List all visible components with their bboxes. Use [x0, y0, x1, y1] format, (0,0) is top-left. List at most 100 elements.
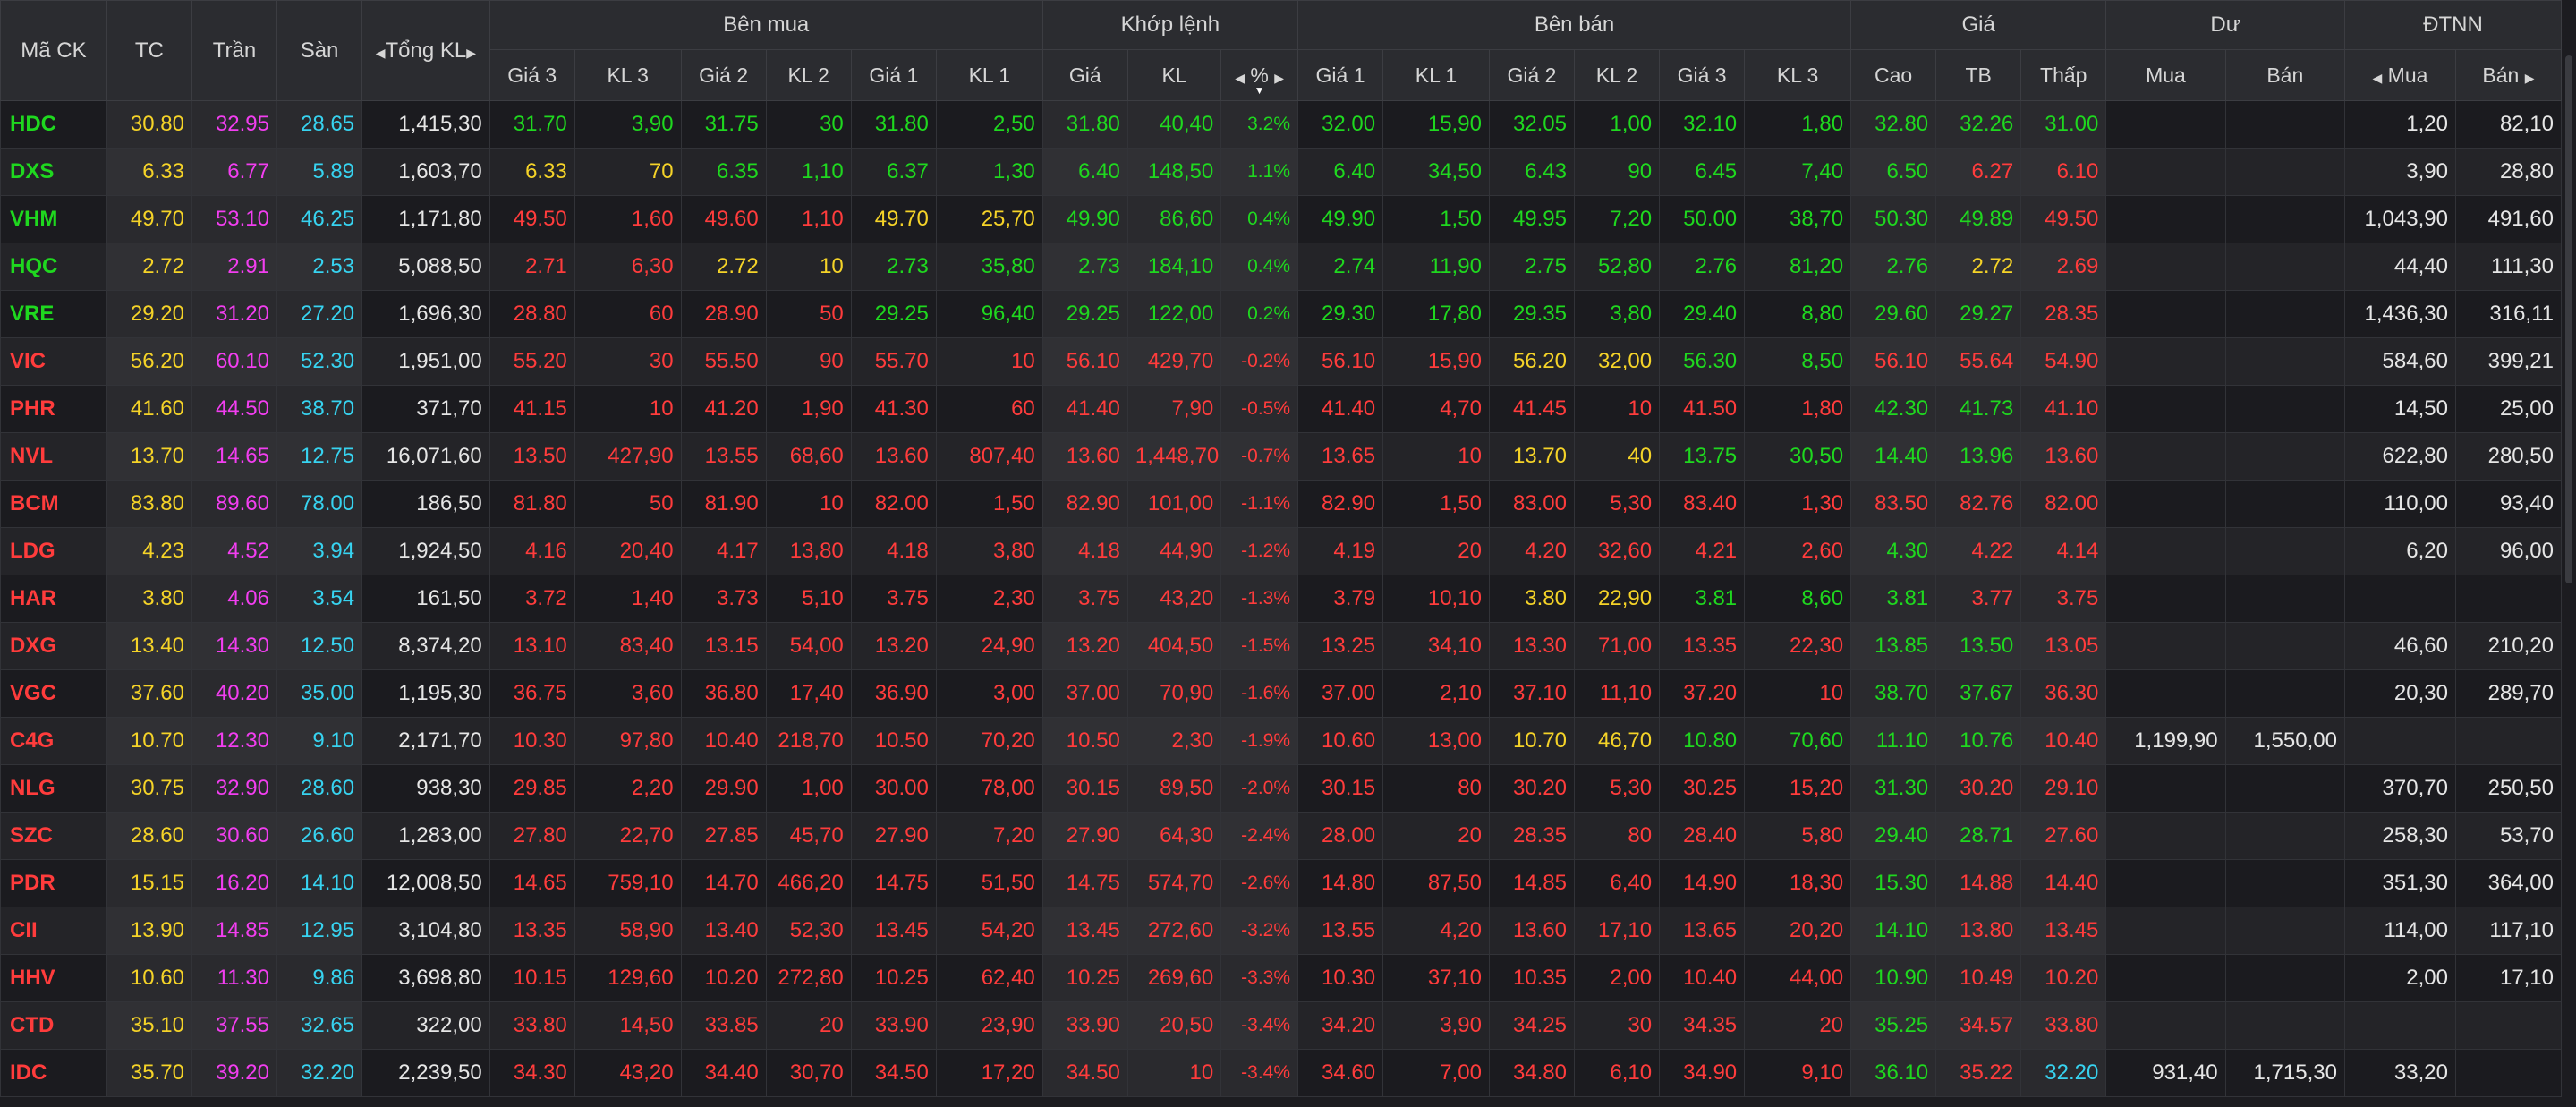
vertical-scrollbar[interactable] — [2563, 55, 2574, 1107]
table-row[interactable]: VHM 49.70 53.10 46.25 1,171,80 49.50 1,60 49.60… — [0, 195, 2563, 243]
table-row[interactable]: BCM 83.80 89.60 78.00 186,50 81.80 50 81.90 10 82… — [0, 480, 2563, 528]
foreign-buy-cell: 584,60 — [2343, 337, 2456, 386]
match-vol-cell: 269,60 — [1126, 954, 1222, 1002]
table-row[interactable]: VGC 37.60 40.20 35.00 1,195,30 36.75 3,60 36.80… — [0, 669, 2563, 718]
col-ban-kl2[interactable]: KL 2 — [1573, 49, 1661, 101]
col-ma-ck[interactable]: Mã CK — [0, 0, 107, 101]
bid-vol-1-cell: 807,40 — [935, 432, 1043, 481]
col-du-mua[interactable]: Mua — [2105, 49, 2226, 101]
table-row[interactable]: PHR 41.60 44.50 38.70 371,70 41.15 10 41.20 1,90… — [0, 385, 2563, 433]
table-row[interactable]: VIC 56.20 60.10 52.30 1,951,00 55.20 30 55.50 90… — [0, 337, 2563, 386]
ask-price-2-cell: 3.80 — [1488, 575, 1576, 623]
col-du-ban[interactable]: Bán — [2224, 49, 2345, 101]
col-mua-kl3[interactable]: KL 3 — [574, 49, 682, 101]
bid-vol-1-cell: 54,20 — [935, 907, 1043, 955]
table-row[interactable]: SZC 28.60 30.60 26.60 1,283,00 27.80 22,70 27.8… — [0, 812, 2563, 860]
foreign-buy-cell: 258,30 — [2343, 812, 2456, 860]
col-tong-kl[interactable]: ◀Tổng KL▶ — [361, 0, 490, 101]
col-nn-mua[interactable]: ◀ Mua — [2343, 49, 2456, 101]
col-tb[interactable]: TB — [1935, 49, 2022, 101]
ask-vol-3-cell: 22,30 — [1744, 622, 1852, 670]
col-thap[interactable]: Thấp — [2020, 49, 2107, 101]
ask-vol-1-cell: 1,50 — [1382, 195, 1490, 243]
avg-price-cell: 35.22 — [1935, 1049, 2022, 1097]
table-row[interactable]: CTD 35.10 37.55 32.65 322,00 33.80 14,50 33.85 2… — [0, 1001, 2563, 1050]
bid-vol-3-cell: 3,90 — [574, 100, 682, 149]
col-tc[interactable]: TC — [106, 0, 192, 101]
bid-price-2-cell: 10.20 — [680, 954, 767, 1002]
table-row[interactable]: VRE 29.20 31.20 27.20 1,696,30 28.80 60 28.90 50… — [0, 290, 2563, 338]
match-pct-cell: 1.1% — [1220, 148, 1298, 196]
high-price-cell: 29.40 — [1850, 812, 1937, 860]
ceiling-price-cell: 32.90 — [191, 764, 278, 813]
avg-price-cell: 10.76 — [1935, 717, 2022, 765]
floor-price-cell: 52.30 — [276, 337, 363, 386]
col-mua-gia3[interactable]: Giá 3 — [489, 49, 575, 101]
col-ban-kl1[interactable]: KL 1 — [1382, 49, 1490, 101]
table-row[interactable]: LDG 4.23 4.52 3.94 1,924,50 4.16 20,40 4.17 13,8… — [0, 527, 2563, 575]
high-price-cell: 15.30 — [1850, 859, 1937, 907]
avg-price-cell: 29.27 — [1935, 290, 2022, 338]
residual-sell-cell — [2224, 385, 2345, 433]
table-row[interactable]: PDR 15.15 16.20 14.10 12,008,50 14.65 759,10 14… — [0, 859, 2563, 907]
ask-vol-3-cell: 1,80 — [1744, 100, 1852, 149]
col-cao[interactable]: Cao — [1850, 49, 1937, 101]
ask-price-2-cell: 32.05 — [1488, 100, 1576, 149]
arrow-left-icon[interactable]: ◀ — [1235, 71, 1245, 85]
table-row[interactable]: DXG 13.40 14.30 12.50 8,374,20 13.10 83,40 13.1… — [0, 622, 2563, 670]
col-ban-kl3[interactable]: KL 3 — [1744, 49, 1852, 101]
residual-sell-cell — [2224, 859, 2345, 907]
arrow-left-icon[interactable]: ◀ — [2372, 71, 2382, 85]
table-row[interactable]: CII 13.90 14.85 12.95 3,104,80 13.35 58,90 13.4… — [0, 907, 2563, 955]
ask-price-2-cell: 29.35 — [1488, 290, 1576, 338]
table-row[interactable]: HAR 3.80 4.06 3.54 161,50 3.72 1,40 3.73 5,10 3.7… — [0, 575, 2563, 623]
table-row[interactable]: HDC 30.80 32.95 28.65 1,415,30 31.70 3,90 31.75… — [0, 100, 2563, 149]
foreign-buy-cell — [2343, 1001, 2456, 1050]
col-ban-gia2[interactable]: Giá 2 — [1488, 49, 1576, 101]
match-price-cell: 30.15 — [1041, 764, 1128, 813]
col-khop-pct[interactable]: ◀ % ▶ ▼ — [1220, 49, 1298, 101]
bid-price-1-cell: 29.25 — [850, 290, 937, 338]
ref-price-cell: 4.23 — [106, 527, 192, 575]
col-khop-kl[interactable]: KL — [1126, 49, 1222, 101]
table-row[interactable]: NVL 13.70 14.65 12.75 16,071,60 13.50 427,90 13… — [0, 432, 2563, 481]
foreign-buy-cell: 114,00 — [2343, 907, 2456, 955]
ask-price-1-cell: 56.10 — [1297, 337, 1384, 386]
col-mua-kl1[interactable]: KL 1 — [935, 49, 1043, 101]
foreign-buy-cell: 33,20 — [2343, 1049, 2456, 1097]
col-khop-gia[interactable]: Giá — [1041, 49, 1128, 101]
col-san[interactable]: Sàn — [276, 0, 363, 101]
table-row[interactable]: DXS 6.33 6.77 5.89 1,603,70 6.33 70 6.35 1,10 6.3… — [0, 148, 2563, 196]
col-mua-kl2[interactable]: KL 2 — [765, 49, 852, 101]
avg-price-cell: 3.77 — [1935, 575, 2022, 623]
ask-price-1-cell: 2.74 — [1297, 243, 1384, 291]
arrow-left-icon[interactable]: ◀ — [376, 46, 386, 60]
col-nn-ban[interactable]: Bán ▶ — [2454, 49, 2563, 101]
ref-price-cell: 41.60 — [106, 385, 192, 433]
bid-vol-1-cell: 24,90 — [935, 622, 1043, 670]
ask-vol-1-cell: 3,90 — [1382, 1001, 1490, 1050]
arrow-right-icon[interactable]: ▶ — [2525, 71, 2535, 85]
arrow-right-icon[interactable]: ▶ — [466, 46, 476, 60]
table-row[interactable]: HQC 2.72 2.91 2.53 5,088,50 2.71 6,30 2.72 10 2.7… — [0, 243, 2563, 291]
col-tran[interactable]: Trần — [191, 0, 278, 101]
ceiling-price-cell: 37.55 — [191, 1001, 278, 1050]
table-row[interactable]: HHV 10.60 11.30 9.86 3,698,80 10.15 129,60 10.2… — [0, 954, 2563, 1002]
table-row[interactable]: IDC 35.70 39.20 32.20 2,239,50 34.30 43,20 34.4… — [0, 1049, 2563, 1097]
residual-buy-cell — [2105, 1001, 2226, 1050]
bid-price-1-cell: 10.25 — [850, 954, 937, 1002]
col-ban-gia3[interactable]: Giá 3 — [1659, 49, 1746, 101]
floor-price-cell: 3.94 — [276, 527, 363, 575]
col-ban-gia1[interactable]: Giá 1 — [1297, 49, 1384, 101]
floor-price-cell: 35.00 — [276, 669, 363, 718]
table-row[interactable]: C4G 10.70 12.30 9.10 2,171,70 10.30 97,80 10.40… — [0, 717, 2563, 765]
col-mua-gia2[interactable]: Giá 2 — [680, 49, 767, 101]
group-ben-mua: Bên mua — [489, 0, 1043, 50]
arrow-right-icon[interactable]: ▶ — [1274, 71, 1284, 85]
col-mua-gia1[interactable]: Giá 1 — [850, 49, 937, 101]
ref-price-cell: 2.72 — [106, 243, 192, 291]
ask-vol-1-cell: 15,90 — [1382, 337, 1490, 386]
scrollbar-thumb[interactable] — [2565, 55, 2572, 583]
bid-vol-1-cell: 3,80 — [935, 527, 1043, 575]
table-row[interactable]: NLG 30.75 32.90 28.60 938,30 29.85 2,20 29.90 1,… — [0, 764, 2563, 813]
